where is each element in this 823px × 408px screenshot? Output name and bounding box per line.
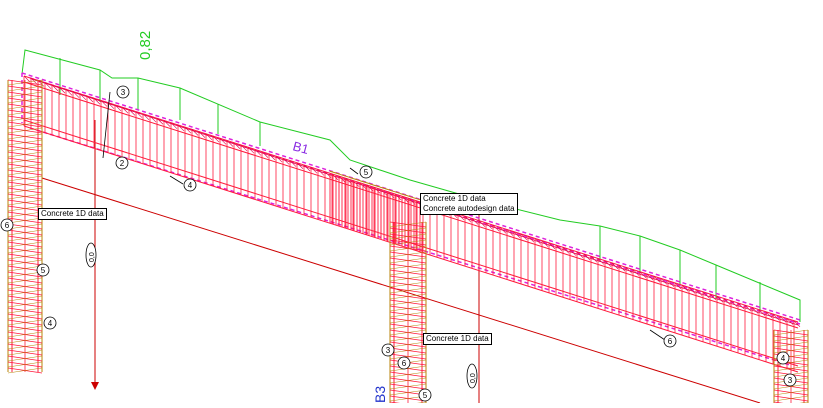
envelope-value-label: 0,82 xyxy=(137,31,154,60)
bar-mark-label: 4 xyxy=(48,319,53,328)
bar-mark-label: 4 xyxy=(781,354,786,363)
right-column-rebar-cage xyxy=(773,329,809,408)
tag-text-line2: Concrete autodesign data xyxy=(423,204,515,213)
column-label[interactable]: B3 xyxy=(372,386,388,403)
concrete-1d-tag-left[interactable]: Concrete 1D data xyxy=(38,208,107,220)
bar-mark-label: 3 xyxy=(386,346,391,355)
bar-mark-label: 6 xyxy=(668,337,673,346)
bar-mark-label: 5 xyxy=(364,168,369,177)
concrete-1d-tag-middle[interactable]: Concrete 1D data xyxy=(423,333,492,345)
bar-mark-label: 5 xyxy=(423,391,428,400)
moment-envelope xyxy=(21,49,801,322)
bar-mark-label: 6 xyxy=(5,221,10,230)
tag-text-line1: Concrete 1D data xyxy=(423,194,486,203)
tag-text: Concrete 1D data xyxy=(41,209,104,218)
beam-label[interactable]: B1 xyxy=(291,138,310,157)
concrete-tag-beam[interactable]: Concrete 1D data Concrete autodesign dat… xyxy=(420,193,518,215)
tag-text: Concrete 1D data xyxy=(426,334,489,343)
bar-mark-label: 3 xyxy=(121,88,126,97)
bar-mark-label: 5 xyxy=(41,266,46,275)
bar-mark-label: 4 xyxy=(188,181,193,190)
vertical-mark-middle: 0,0 xyxy=(470,373,477,383)
structural-model-viewport[interactable]: 0,82 3 2 4 5 6 6 5 4 3 6 5 4 3 0,0 0,0 B1 B3 Concret… xyxy=(0,0,823,408)
vertical-mark-left: 0,0 xyxy=(89,252,96,262)
bar-mark-label: 2 xyxy=(120,159,125,168)
vertical-marks: 0,0 0,0 xyxy=(85,242,478,389)
bar-mark-label: 3 xyxy=(788,376,793,385)
model-canvas[interactable]: 0,82 3 2 4 5 6 6 5 4 3 6 5 4 3 0,0 0,0 B1 B3 xyxy=(0,0,823,408)
bar-mark-label: 6 xyxy=(402,359,407,368)
